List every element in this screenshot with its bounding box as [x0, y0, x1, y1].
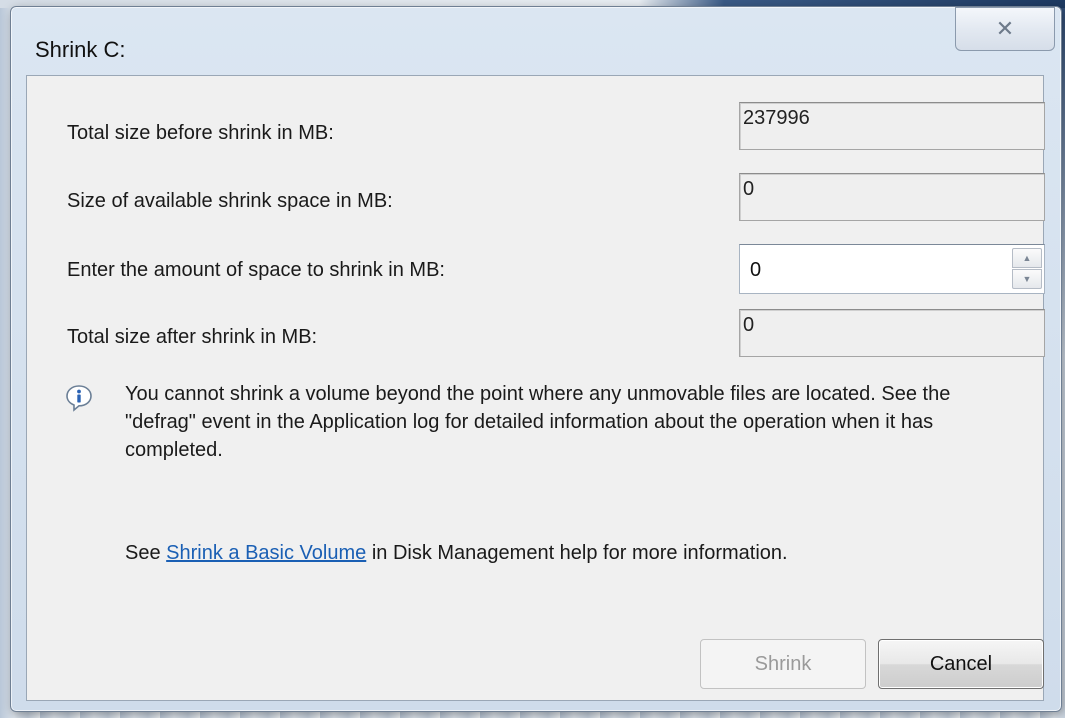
cancel-button[interactable]: Cancel	[878, 639, 1044, 689]
close-button[interactable]: ✕	[955, 7, 1055, 51]
spin-down-button[interactable]: ▼	[1012, 269, 1042, 289]
dialog-title: Shrink C:	[35, 37, 126, 62]
help-prefix: See	[125, 542, 167, 564]
chevron-down-icon: ▼	[1022, 274, 1032, 284]
shrink-dialog: Shrink C: ✕ Total size before shrink in …	[10, 6, 1062, 712]
total-before-field: 237996	[739, 102, 1045, 150]
available-space-label: Size of available shrink space in MB:	[67, 190, 393, 212]
shrink-basic-volume-link[interactable]: Shrink a Basic Volume	[166, 542, 366, 564]
available-space-field: 0	[739, 173, 1045, 221]
info-message: You cannot shrink a volume beyond the po…	[125, 383, 951, 461]
spin-control: ▲ ▼	[1012, 248, 1042, 290]
help-line: See Shrink a Basic Volume in Disk Manage…	[125, 542, 788, 565]
help-suffix: in Disk Management help for more informa…	[366, 542, 788, 564]
total-after-field: 0	[739, 309, 1045, 357]
title-bar[interactable]: Shrink C: ✕	[11, 7, 1061, 79]
total-after-label: Total size after shrink in MB:	[67, 326, 318, 348]
spin-up-button[interactable]: ▲	[1012, 248, 1042, 268]
shrink-amount-label: Enter the amount of space to shrink in M…	[67, 259, 445, 281]
dialog-client-area: Total size before shrink in MB: 237996 S…	[26, 75, 1045, 701]
chevron-up-icon: ▲	[1022, 253, 1032, 263]
close-icon: ✕	[995, 16, 1015, 41]
shrink-amount-stepper[interactable]: ▲ ▼	[739, 244, 1045, 294]
shrink-button[interactable]: Shrink	[700, 639, 866, 689]
info-balloon-icon	[66, 385, 92, 412]
shrink-amount-input[interactable]	[740, 245, 996, 293]
total-before-label: Total size before shrink in MB:	[67, 122, 334, 144]
